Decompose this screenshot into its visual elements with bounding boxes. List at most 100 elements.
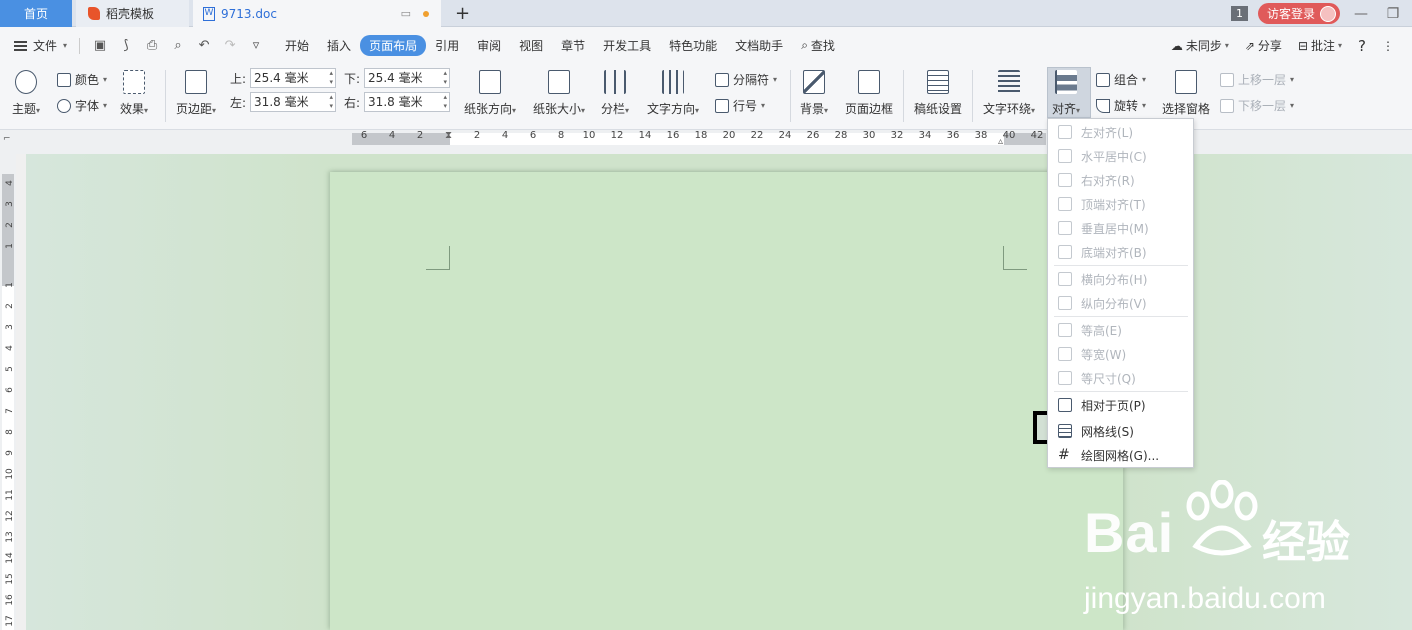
file-menu[interactable]: 文件 ▾ xyxy=(0,37,75,54)
redo-icon[interactable]: ↷ xyxy=(222,38,238,54)
guest-login-button[interactable]: 访客登录 xyxy=(1257,3,1340,24)
new-tab-button[interactable]: + xyxy=(455,3,470,24)
restore-icon[interactable]: ❐ xyxy=(1382,6,1404,22)
menu-item-align-top[interactable]: 顶端对齐(T) xyxy=(1048,192,1193,216)
paper-size-button[interactable]: 纸张大小▾ xyxy=(533,70,585,117)
menu-review[interactable]: 审阅 xyxy=(468,37,510,54)
ruler-number: 14 xyxy=(5,552,15,564)
margin-left-input[interactable]: 31.8 毫米 xyxy=(250,92,337,112)
menu-item-align-bottom[interactable]: 底端对齐(B) xyxy=(1048,240,1193,264)
tab-home[interactable]: 首页 xyxy=(0,0,72,27)
document-page[interactable] xyxy=(330,172,1123,630)
margin-right-input[interactable]: 31.8 毫米 xyxy=(364,92,451,112)
print-preview-icon[interactable]: ⌕ xyxy=(170,38,186,54)
background-button[interactable]: 背景▾ xyxy=(800,70,828,117)
customize-icon[interactable]: ▿ xyxy=(248,38,264,54)
format-painter-icon[interactable]: ⟆ xyxy=(118,38,134,54)
save-icon[interactable]: ▣ xyxy=(92,38,108,54)
menu-features[interactable]: 特色功能 xyxy=(660,37,726,54)
help-button[interactable]: ? xyxy=(1358,37,1366,55)
ruler-number: 24 xyxy=(778,130,792,141)
menu-item-label: 网格线(S) xyxy=(1081,424,1134,439)
manuscript-button[interactable]: 稿纸设置 xyxy=(914,70,962,117)
watermark-url: jingyan.baidu.com xyxy=(1084,582,1326,615)
line-numbers-button[interactable]: 行号 ▾ xyxy=(715,97,765,114)
menu-item-same-height[interactable]: 等高(E) xyxy=(1048,318,1193,342)
quick-access-toolbar: ▣ ⟆ ⎙ ⌕ ↶ ↷ ▿ xyxy=(79,37,276,54)
send-backward-button[interactable]: 下移一层 ▾ xyxy=(1220,97,1294,114)
distribute-vertical-icon xyxy=(1058,296,1072,310)
ruler-number: 6 xyxy=(529,130,537,141)
menu-item-drawing-grid[interactable]: # 绘图网格(G)... xyxy=(1048,443,1193,467)
sync-button[interactable]: ☁ 未同步 ▾ xyxy=(1171,37,1229,54)
selection-pane-button[interactable]: 选择窗格 xyxy=(1162,70,1210,117)
ruler-number: 15 xyxy=(5,573,15,585)
more-icon[interactable]: ⋮ xyxy=(1382,39,1394,53)
theme-button[interactable]: 主题▾ xyxy=(12,70,40,117)
menu-item-same-width[interactable]: 等宽(W) xyxy=(1048,342,1193,366)
menu-item-align-center[interactable]: 水平居中(C) xyxy=(1048,144,1193,168)
align-icon xyxy=(1055,70,1078,94)
minimize-icon[interactable]: — xyxy=(1350,6,1372,22)
menu-references[interactable]: 引用 xyxy=(426,37,468,54)
menu-view[interactable]: 视图 xyxy=(510,37,552,54)
share-button[interactable]: ⇗ 分享 xyxy=(1245,37,1282,54)
menu-item-align-right[interactable]: 右对齐(R) xyxy=(1048,168,1193,192)
menu-doc-assistant[interactable]: 文档助手 xyxy=(726,37,792,54)
menu-item-distribute-vertical[interactable]: 纵向分布(V) xyxy=(1048,291,1193,315)
group-icon xyxy=(1096,72,1110,87)
menu-item-same-size[interactable]: 等尺寸(Q) xyxy=(1048,366,1193,390)
menu-page-layout[interactable]: 页面布局 xyxy=(360,35,427,56)
effect-button[interactable]: 效果▾ xyxy=(120,70,148,117)
right-indent-icon[interactable]: ▵ xyxy=(998,136,1003,147)
tab-document[interactable]: W 9713.doc ▭ xyxy=(193,0,441,27)
screen-icon[interactable]: ▭ xyxy=(401,7,411,20)
menu-item-align-left[interactable]: 左对齐(L) xyxy=(1048,120,1193,144)
share-label: 分享 xyxy=(1257,39,1282,53)
menu-item-label: 底端对齐(B) xyxy=(1081,245,1147,260)
search-label: 查找 xyxy=(810,39,835,53)
menu-separator xyxy=(1054,265,1188,266)
menu-insert[interactable]: 插入 xyxy=(318,37,360,54)
same-size-icon xyxy=(1058,371,1072,385)
tab-template[interactable]: 稻壳模板 xyxy=(76,0,189,27)
color-button[interactable]: 颜色 ▾ xyxy=(57,71,107,88)
menu-item-relative-to-page[interactable]: 相对于页(P) xyxy=(1048,393,1193,417)
print-icon[interactable]: ⎙ xyxy=(144,38,160,54)
wrap-text-button[interactable]: 文字环绕▾ xyxy=(983,70,1035,117)
orientation-button[interactable]: 纸张方向▾ xyxy=(464,70,516,117)
wrap-text-icon xyxy=(998,70,1021,94)
font-button[interactable]: 字体 ▾ xyxy=(57,97,107,114)
horizontal-ruler[interactable]: ⌐ 6 4 2 2 4 6 8 10 12 14 16 18 20 22 24 26 28 30 32 34 36 38 4… xyxy=(0,130,1412,154)
group-label: 组合 xyxy=(1114,73,1139,87)
align-right-icon xyxy=(1058,173,1072,187)
menu-developer[interactable]: 开发工具 xyxy=(594,37,660,54)
margin-top-input[interactable]: 25.4 毫米 xyxy=(250,68,337,88)
breaks-button[interactable]: 分隔符 ▾ xyxy=(715,71,777,88)
undo-icon[interactable]: ↶ xyxy=(196,38,212,54)
menu-start[interactable]: 开始 xyxy=(276,37,318,54)
window-count-badge[interactable]: 1 xyxy=(1230,6,1248,21)
ruler-number: 18 xyxy=(694,130,708,141)
search-button[interactable]: ⌕ 查找 xyxy=(792,37,844,54)
align-button[interactable]: 对齐▾ xyxy=(1052,70,1080,117)
rotate-button[interactable]: 旋转 ▾ xyxy=(1096,97,1146,114)
vertical-ruler[interactable]: 4 3 2 1 1 2 3 4 5 6 7 8 9 10 11 12 13 14 15 16 17 xyxy=(0,154,16,630)
manuscript-grid-icon xyxy=(927,70,949,94)
page-border-button[interactable]: 页面边框 xyxy=(845,70,893,117)
bring-forward-button[interactable]: 上移一层 ▾ xyxy=(1220,71,1294,88)
columns-button[interactable]: 分栏▾ xyxy=(601,70,629,117)
menu-item-align-middle[interactable]: 垂直居中(M) xyxy=(1048,216,1193,240)
ruler-corner-icon[interactable]: ⌐ xyxy=(3,134,11,144)
comment-button[interactable]: ⊟ 批注 ▾ xyxy=(1298,37,1342,54)
menu-section[interactable]: 章节 xyxy=(552,37,594,54)
menu-item-distribute-horizontal[interactable]: 横向分布(H) xyxy=(1048,267,1193,291)
menu-item-gridlines[interactable]: 网格线(S) xyxy=(1048,419,1193,443)
text-direction-button[interactable]: 文字方向▾ xyxy=(647,70,699,117)
group-button[interactable]: 组合 ▾ xyxy=(1096,71,1146,88)
breaks-label: 分隔符 xyxy=(733,73,770,87)
chevron-down-icon: ▾ xyxy=(1224,41,1229,50)
margins-button[interactable]: 页边距▾ xyxy=(176,70,216,117)
margin-bottom-input[interactable]: 25.4 毫米 xyxy=(364,68,451,88)
indent-marker-icon[interactable]: ⧗ xyxy=(445,130,452,141)
